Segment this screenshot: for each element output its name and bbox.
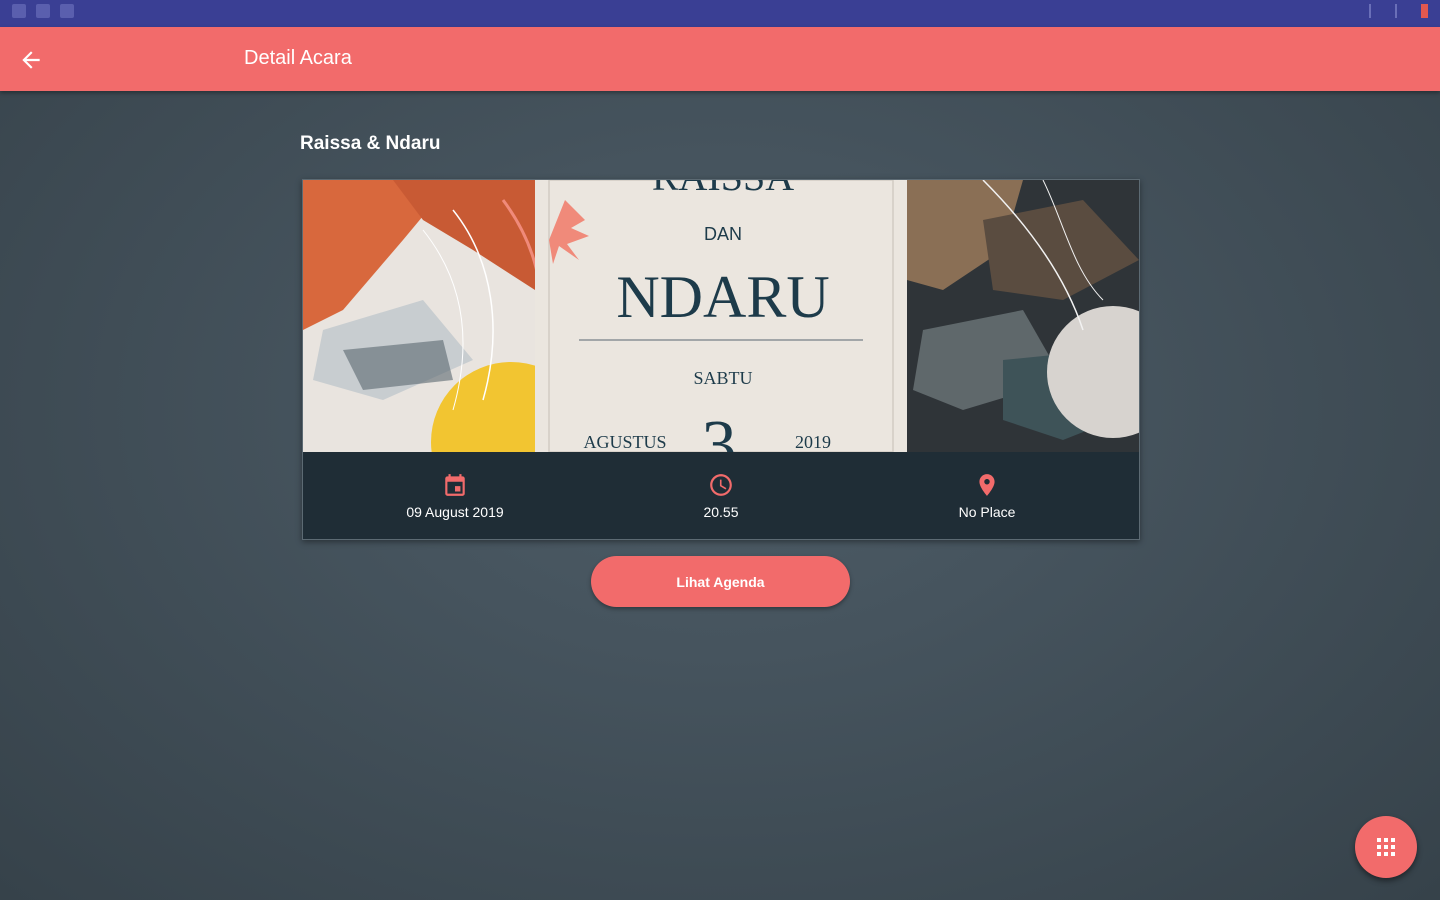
play-icon	[60, 4, 74, 18]
menu-fab-button[interactable]	[1355, 816, 1417, 878]
banner-month: AGUSTUS	[583, 432, 666, 452]
event-date: 09 August 2019	[355, 472, 555, 520]
back-button[interactable]	[18, 47, 44, 73]
event-time: 20.55	[621, 472, 821, 520]
clock-icon	[710, 474, 732, 496]
status-system-icons	[1369, 4, 1428, 18]
status-notifications	[12, 4, 74, 18]
banner-connector: DAN	[704, 224, 742, 244]
banner-name: NDARU	[616, 264, 829, 330]
event-info-row: 09 August 2019 20.55 No Place	[303, 452, 1139, 539]
event-place-value: No Place	[958, 504, 1016, 520]
page-title: Detail Acara	[244, 47, 352, 69]
wifi-icon	[1369, 4, 1385, 18]
banner-day: SABTU	[693, 368, 752, 388]
event-banner-image: RAISSA DAN NDARU SABTU AGUSTUS 3 2019	[303, 180, 1139, 452]
banner-date: 3	[702, 407, 737, 452]
grid-menu-icon	[1377, 838, 1395, 856]
event-date-value: 09 August 2019	[406, 504, 504, 520]
app-bar: Detail Acara	[0, 27, 1440, 91]
signal-icon	[1395, 4, 1411, 18]
event-place: No Place	[887, 472, 1087, 520]
battery-icon	[1421, 4, 1428, 18]
view-agenda-button[interactable]: Lihat Agenda	[591, 556, 850, 607]
event-card: RAISSA DAN NDARU SABTU AGUSTUS 3 2019 09…	[302, 179, 1140, 540]
banner-year: 2019	[795, 432, 831, 452]
event-time-value: 20.55	[703, 504, 739, 520]
calendar-icon	[445, 474, 465, 496]
banner-top-name: RAISSA	[652, 180, 794, 199]
event-name: Raissa & Ndaru	[300, 133, 441, 154]
play-store-icon	[36, 4, 50, 18]
status-bar	[0, 0, 1440, 27]
arrow-left-icon	[22, 51, 40, 69]
location-pin-icon	[979, 474, 995, 496]
notification-icon	[12, 4, 26, 18]
